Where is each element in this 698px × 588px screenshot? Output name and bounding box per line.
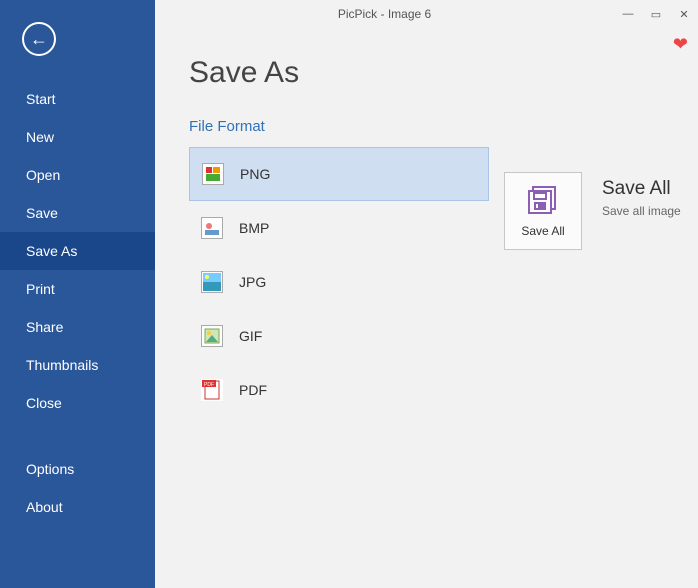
format-label: GIF (239, 328, 262, 344)
format-label: PNG (240, 166, 270, 182)
format-row-bmp[interactable]: BMP (189, 201, 489, 255)
pdf-icon: PDF (201, 379, 223, 401)
titlebar: PicPick - Image 6 — ▭ ✕ (155, 0, 698, 28)
bmp-icon (201, 217, 223, 239)
save-all-icon (526, 184, 560, 218)
sidebar-item-options[interactable]: Options (0, 450, 155, 488)
format-list: PNG BMP JPG GIF PDF PDF (189, 147, 489, 417)
close-window-button[interactable]: ✕ (670, 0, 698, 28)
save-all-heading: Save All (602, 178, 698, 200)
back-button[interactable]: ← (22, 22, 56, 56)
format-label: BMP (239, 220, 269, 236)
gif-icon (201, 325, 223, 347)
sidebar: ← Start New Open Save Save As Print Shar… (0, 0, 155, 588)
window-title: PicPick - Image 6 (155, 7, 614, 21)
format-row-gif[interactable]: GIF (189, 309, 489, 363)
jpg-icon (201, 271, 223, 293)
sidebar-item-print[interactable]: Print (0, 270, 155, 308)
format-row-png[interactable]: PNG (189, 147, 489, 201)
png-icon (202, 163, 224, 185)
save-all-button-label: Save All (521, 224, 564, 238)
sidebar-menu: Start New Open Save Save As Print Share … (0, 80, 155, 526)
sidebar-item-save[interactable]: Save (0, 194, 155, 232)
sidebar-item-start[interactable]: Start (0, 80, 155, 118)
file-format-label: File Format (189, 118, 698, 135)
sidebar-item-new[interactable]: New (0, 118, 155, 156)
format-row-pdf[interactable]: PDF PDF (189, 363, 489, 417)
sidebar-item-share[interactable]: Share (0, 308, 155, 346)
svg-text:PDF: PDF (204, 382, 214, 388)
sidebar-item-about[interactable]: About (0, 488, 155, 526)
save-all-subtext: Save all image (602, 204, 698, 218)
format-row-jpg[interactable]: JPG (189, 255, 489, 309)
sidebar-item-thumbnails[interactable]: Thumbnails (0, 346, 155, 384)
arrow-left-icon: ← (30, 29, 48, 50)
maximize-button[interactable]: ▭ (642, 0, 670, 28)
sidebar-item-close[interactable]: Close (0, 384, 155, 422)
minimize-button[interactable]: — (614, 0, 642, 28)
favorite-icon[interactable]: ❤ (673, 34, 688, 55)
format-label: PDF (239, 382, 267, 398)
format-label: JPG (239, 274, 266, 290)
save-all-button[interactable]: Save All (504, 172, 582, 250)
save-all-side: Save All Save all image (602, 178, 698, 218)
page-title: Save As (189, 56, 698, 90)
sidebar-item-open[interactable]: Open (0, 156, 155, 194)
content-pane: Save As File Format PNG BMP JPG GIF (155, 0, 698, 588)
sidebar-item-save-as[interactable]: Save As (0, 232, 155, 270)
